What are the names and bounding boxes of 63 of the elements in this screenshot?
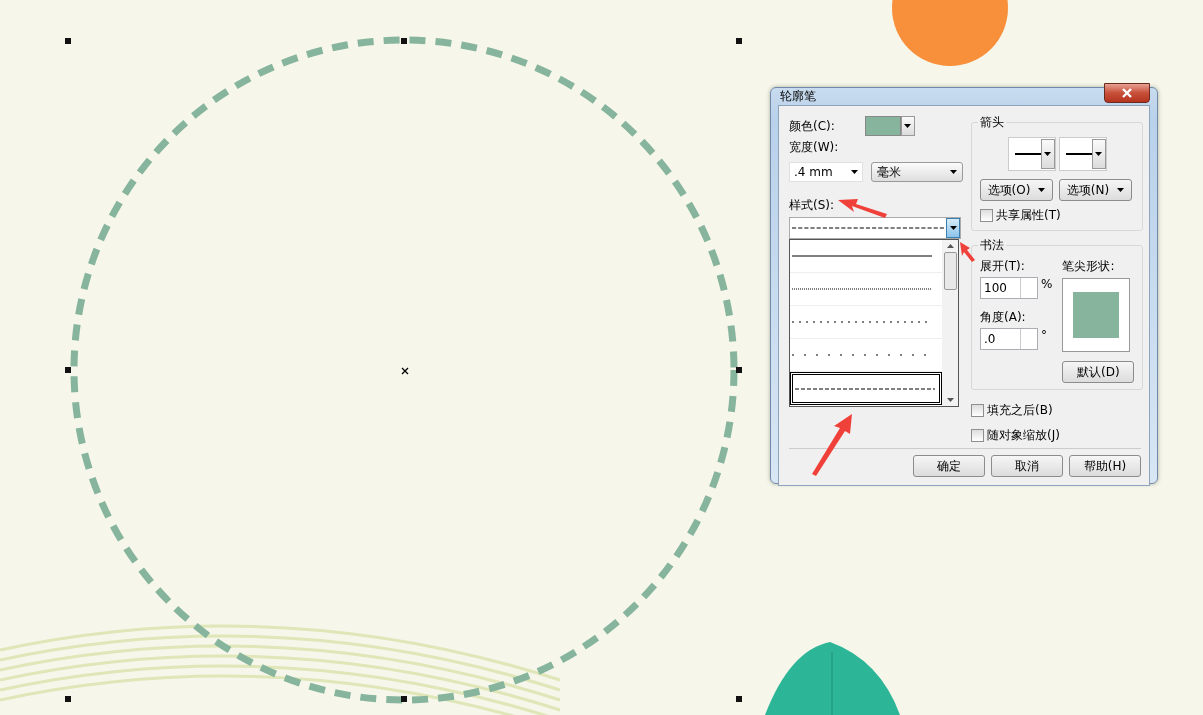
- annotation-arrow: [838, 199, 887, 218]
- selection-handle[interactable]: [65, 38, 71, 44]
- line-style-icon: [792, 285, 932, 293]
- caret-icon: [904, 124, 912, 128]
- caret-icon: [1038, 188, 1046, 192]
- line-style-icon: [792, 252, 932, 260]
- line-style-icon: [792, 224, 946, 232]
- width-field[interactable]: .4 mm: [789, 162, 863, 182]
- caret-icon: [1095, 152, 1103, 156]
- selection-handle[interactable]: [736, 367, 742, 373]
- stretch-field[interactable]: 100: [980, 277, 1038, 299]
- close-icon: [1121, 87, 1133, 98]
- arrowhead-dropdown[interactable]: [1007, 137, 1056, 171]
- unit-label: °: [1041, 328, 1047, 342]
- selection-handle[interactable]: [65, 367, 71, 373]
- scroll-up-icon[interactable]: [946, 244, 954, 248]
- line-end-icon: [1014, 152, 1041, 156]
- caret-icon: [1117, 188, 1125, 192]
- color-label: 颜色(C):: [789, 117, 835, 135]
- selection-handle[interactable]: [401, 38, 407, 44]
- selection-handle[interactable]: [736, 696, 742, 702]
- dropdown-button[interactable]: [946, 218, 960, 238]
- center-mark-icon: [401, 367, 409, 375]
- stretch-label: 展开(T):: [980, 258, 1026, 275]
- group-title: 箭头: [978, 114, 1006, 131]
- checkbox-label: 共享属性(T): [996, 207, 1061, 224]
- color-picker[interactable]: [864, 116, 915, 136]
- arrowhead-dropdown[interactable]: [1058, 137, 1107, 171]
- window-title: 轮廓笔: [779, 88, 816, 105]
- style-label: 样式(S):: [789, 197, 835, 214]
- checkbox[interactable]: [980, 209, 993, 222]
- dialog-button[interactable]: 帮助(H): [1069, 455, 1141, 477]
- style-dropdown[interactable]: [789, 217, 961, 239]
- scroll-down-icon[interactable]: [946, 398, 954, 402]
- annotation-arrow: [960, 242, 975, 262]
- options-button[interactable]: 选项(O): [980, 179, 1053, 201]
- group-title: 书法: [978, 237, 1006, 254]
- checkbox[interactable]: [971, 404, 984, 417]
- selection-handle[interactable]: [401, 696, 407, 702]
- close-button[interactable]: [1104, 82, 1150, 103]
- caret-icon: [949, 226, 957, 230]
- angle-field[interactable]: .0: [980, 328, 1038, 350]
- selection-handle[interactable]: [736, 38, 742, 44]
- checkbox-label: 填充之后(B): [987, 402, 1053, 419]
- nib-shape-label: 笔尖形状:: [1062, 258, 1116, 275]
- annotation-arrow: [812, 414, 852, 476]
- angle-label: 角度(A):: [980, 309, 1027, 326]
- options-button[interactable]: 选项(N): [1059, 179, 1132, 201]
- checkbox[interactable]: [971, 429, 984, 442]
- caret-icon: [950, 170, 957, 174]
- dialog-button[interactable]: 取消: [991, 455, 1063, 477]
- selection-handle[interactable]: [65, 696, 71, 702]
- scroll-thumb[interactable]: [943, 252, 957, 290]
- unit-dropdown[interactable]: 毫米: [871, 162, 963, 182]
- unit-label: %: [1041, 277, 1053, 291]
- width-label: 宽度(W):: [789, 139, 840, 156]
- line-end-icon: [1065, 152, 1092, 156]
- default-button[interactable]: 默认(D): [1062, 361, 1135, 383]
- scrollbar[interactable]: [942, 240, 958, 406]
- caret-icon: [1044, 152, 1052, 156]
- checkbox-label: 随对象缩放(J): [987, 427, 1060, 444]
- dialog-button[interactable]: 确定: [913, 455, 985, 477]
- caret-icon: [851, 170, 858, 174]
